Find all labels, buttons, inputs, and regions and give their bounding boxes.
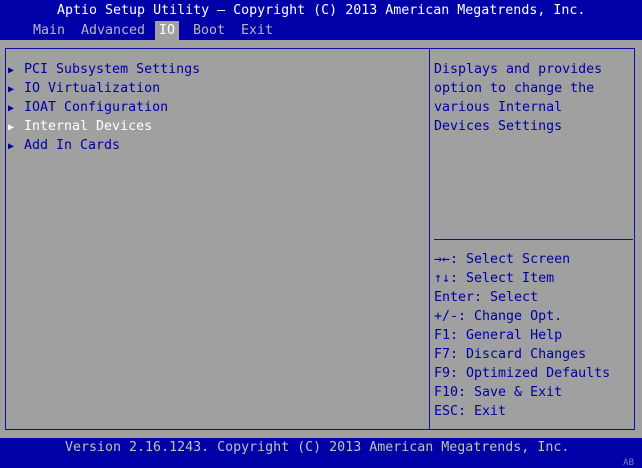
menu-item-pci-subsystem[interactable]: ▶ PCI Subsystem Settings [8,60,200,79]
key-hint: +/-: Change Opt. [434,309,563,324]
corner-label: AB [623,458,634,468]
key-hint: Enter: Select [434,290,539,305]
submenu-arrow-icon: ▶ [8,122,15,133]
tab-boot[interactable]: Boot [189,21,229,40]
submenu-arrow-icon: ▶ [8,103,15,114]
app-title: Aptio Setup Utility – Copyright (C) 2013… [57,3,586,18]
submenu-arrow-icon: ▶ [8,141,15,152]
submenu-arrow-icon: ▶ [8,65,15,76]
menu-item-label: IOAT Configuration [24,100,169,115]
help-line: various Internal [434,100,563,115]
key-hint: F10: Save & Exit [434,385,563,400]
help-line: Devices Settings [434,119,563,134]
menu-item-label: Internal Devices [24,119,153,134]
main-panel: ▶ PCI Subsystem Settings ▶ IO Virtualizati… [5,48,635,430]
help-separator [434,239,633,240]
tab-advanced[interactable]: Advanced [77,21,149,40]
menu-item-ioat-configuration[interactable]: ▶ IOAT Configuration [8,98,168,117]
menu-item-add-in-cards[interactable]: ▶ Add In Cards [8,136,120,155]
key-hint: ↑↓: Select Item [434,271,555,286]
menu-item-internal-devices[interactable]: ▶ Internal Devices [8,117,152,136]
help-text: Displays and provides option to change t… [434,60,602,136]
tab-main[interactable]: Main [29,21,69,40]
help-line: Displays and provides [434,62,603,77]
version-text: Version 2.16.1243. Copyright (C) 2013 Am… [65,440,570,455]
key-hint: F9: Optimized Defaults [434,366,611,381]
tab-io[interactable]: IO [155,21,180,40]
key-hint: F7: Discard Changes [434,347,587,362]
key-hint: ESC: Exit [434,404,507,419]
panel-divider [429,49,430,429]
menu-item-label: PCI Subsystem Settings [24,62,201,77]
menu-item-label: IO Virtualization [24,81,161,96]
header-bar: Aptio Setup Utility – Copyright (C) 2013… [0,0,642,40]
menu-item-io-virtualization[interactable]: ▶ IO Virtualization [8,79,160,98]
help-line: option to change the [434,81,595,96]
key-legend: →←: Select Screen ↑↓: Select Item Enter:… [434,250,610,421]
key-hint: →←: Select Screen [434,252,571,267]
submenu-arrow-icon: ▶ [8,84,15,95]
tab-exit[interactable]: Exit [237,21,277,40]
key-hint: F1: General Help [434,328,563,343]
menu-item-label: Add In Cards [24,138,121,153]
footer-bar: Version 2.16.1243. Copyright (C) 2013 Am… [0,438,642,468]
